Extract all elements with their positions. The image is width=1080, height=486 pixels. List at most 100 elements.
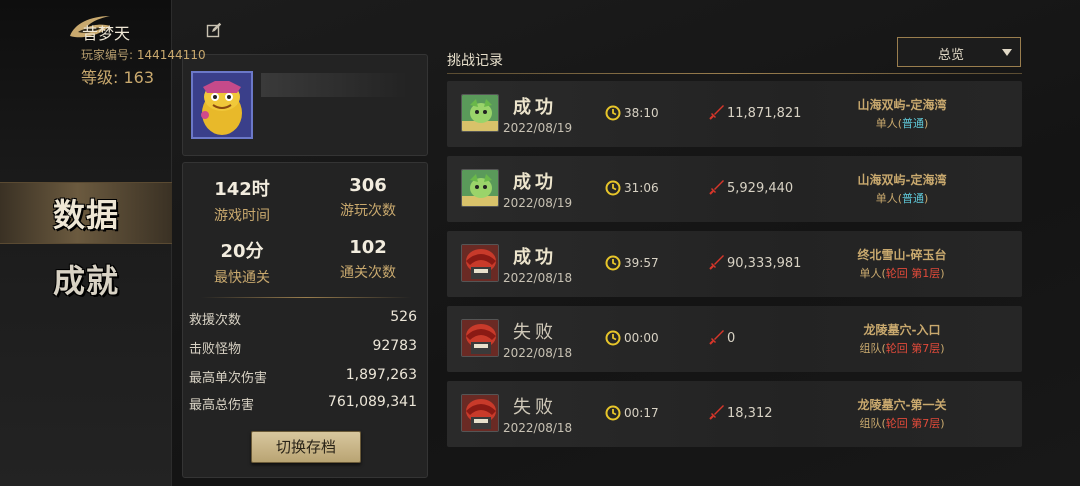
record-difficulty: 轮回 第7层 xyxy=(885,417,941,430)
record-mode-type: 组队 xyxy=(859,417,882,430)
stat-value: 102 xyxy=(349,237,387,258)
record-mode: 单人(轮回 第1层) xyxy=(822,265,982,281)
stats-panel: 142时 游戏时间 306 游玩次数 20分 最快通关 102 通关次数 救援次… xyxy=(182,162,428,478)
stats-divider xyxy=(201,297,411,298)
stat-row-monsters: 击败怪物 92783 xyxy=(189,338,417,358)
player-id-label: 玩家编号: xyxy=(81,48,134,62)
sword-icon xyxy=(709,330,724,345)
record-damage: 5,929,440 xyxy=(727,181,794,196)
record-stage: 终北雪山-碎玉台 xyxy=(857,248,947,262)
record-result: 成功 xyxy=(513,97,557,118)
record-duration: 00:00 xyxy=(624,331,659,345)
sword-icon xyxy=(709,255,724,270)
record-row[interactable]: 成功 2022/08/19 38:10 11,871,821 山海双屿-定海湾单人(普通… xyxy=(447,81,1022,147)
player-id: 玩家编号: 144144110 xyxy=(81,46,206,63)
record-difficulty: 轮回 第7层 xyxy=(885,342,941,355)
clock-icon xyxy=(605,255,621,271)
avatar[interactable] xyxy=(191,71,253,139)
record-result: 成功 xyxy=(513,172,557,193)
nav-tab-data[interactable]: 数据 xyxy=(0,182,172,244)
stat-row-max-single-damage: 最高单次伤害 1,897,263 xyxy=(189,367,417,387)
record-row[interactable]: 失败 2022/08/18 00:17 18,312 龙陵墓穴-第一关 组队(轮回 第7层… xyxy=(447,381,1022,447)
record-duration: 00:17 xyxy=(624,406,659,420)
record-mode-type: 单人 xyxy=(859,267,882,280)
stat-value: 20分 xyxy=(220,241,264,262)
sword-icon xyxy=(709,105,724,120)
record-character-portrait xyxy=(461,244,499,282)
level-value: 163 xyxy=(123,68,155,87)
record-paren-close: ) xyxy=(940,342,945,355)
stat-value: 142时 xyxy=(214,179,270,200)
stat-fastest-clear: 20分 最快通关 xyxy=(187,237,297,287)
stat-row-max-total-damage: 最高总伤害 761,089,341 xyxy=(189,394,417,414)
records-title: 挑战记录 xyxy=(447,53,503,69)
edit-icon[interactable] xyxy=(206,22,222,38)
stat-play-time: 142时 游戏时间 xyxy=(187,175,297,225)
record-date: 2022/08/19 xyxy=(503,196,573,210)
record-stage: 山海双屿-定海湾 xyxy=(857,98,947,112)
record-date: 2022/08/18 xyxy=(503,346,573,360)
record-damage: 11,871,821 xyxy=(727,106,802,121)
stat-row-label: 救援次数 xyxy=(189,313,242,328)
record-mode: 组队(轮回 第7层) xyxy=(822,340,982,356)
record-row[interactable]: 失败 2022/08/18 00:00 0 龙陵墓穴-入口组队(轮回 第7层) xyxy=(447,306,1022,372)
profile-card xyxy=(182,54,428,156)
record-stage: 山海双屿-定海湾 xyxy=(857,173,947,187)
records-divider xyxy=(447,73,1022,74)
stat-clear-count: 102 通关次数 xyxy=(313,237,423,282)
record-mode-type: 单人 xyxy=(875,192,898,205)
record-paren-close: ) xyxy=(940,417,945,430)
record-character-portrait xyxy=(461,394,499,432)
record-character-portrait xyxy=(461,319,499,357)
nav-tab-achievements[interactable]: 成就 xyxy=(0,248,172,310)
record-character-portrait xyxy=(461,169,499,207)
stat-row-label: 击败怪物 xyxy=(189,342,242,357)
record-result: 失败 xyxy=(513,397,557,418)
switch-save-button[interactable]: 切换存档 xyxy=(251,431,361,463)
record-row[interactable]: 成功 2022/08/19 31:06 5,929,440 山海双屿-定海湾单人(普通) xyxy=(447,156,1022,222)
record-difficulty: 普通 xyxy=(902,117,924,130)
stat-row-value: 526 xyxy=(390,309,417,325)
player-nickname: 昔梦天 xyxy=(82,24,131,43)
record-duration: 39:57 xyxy=(624,256,659,270)
stat-row-value: 761,089,341 xyxy=(327,394,417,410)
avatar-image xyxy=(193,73,251,137)
records-filter-select[interactable]: 总览 xyxy=(897,37,1021,67)
nickname-bar xyxy=(261,73,407,97)
record-duration: 38:10 xyxy=(624,106,659,120)
record-paren-close: ) xyxy=(924,117,929,130)
stat-label: 最快通关 xyxy=(214,270,270,286)
record-difficulty: 轮回 第1层 xyxy=(885,267,941,280)
clock-icon xyxy=(605,105,621,121)
record-result: 成功 xyxy=(513,247,557,268)
player-id-value: 144144110 xyxy=(136,48,206,62)
record-paren-close: ) xyxy=(924,192,929,205)
record-date: 2022/08/18 xyxy=(503,421,573,435)
record-mode: 单人(普通) xyxy=(822,190,982,206)
record-mode-type: 组队 xyxy=(859,342,882,355)
record-damage: 0 xyxy=(727,331,736,346)
stat-row-value: 1,897,263 xyxy=(345,367,417,383)
record-row[interactable]: 成功 2022/08/18 39:57 90,333,981 终北雪山-碎玉台单人(轮回… xyxy=(447,231,1022,297)
chevron-down-icon xyxy=(1002,49,1012,56)
record-difficulty: 普通 xyxy=(902,192,924,205)
record-result: 失败 xyxy=(513,322,557,343)
stat-label: 游玩次数 xyxy=(340,203,396,219)
record-damage: 90,333,981 xyxy=(727,256,802,271)
clock-icon xyxy=(605,405,621,421)
record-duration: 31:06 xyxy=(624,181,659,195)
sword-icon xyxy=(709,405,724,420)
level-label: 等级: xyxy=(81,68,119,87)
record-mode: 单人(普通) xyxy=(822,115,982,131)
record-character-portrait xyxy=(461,94,499,132)
record-date: 2022/08/19 xyxy=(503,121,573,135)
record-stage: 龙陵墓穴-入口 xyxy=(863,323,941,337)
sword-icon xyxy=(709,180,724,195)
stat-row-value: 92783 xyxy=(372,338,417,354)
record-paren-close: ) xyxy=(940,267,945,280)
stat-row-label: 最高单次伤害 xyxy=(189,371,268,386)
record-mode: 组队(轮回 第7层) xyxy=(822,415,982,431)
record-date: 2022/08/18 xyxy=(503,271,573,285)
record-stage: 龙陵墓穴-第一关 xyxy=(857,398,947,412)
clock-icon xyxy=(605,180,621,196)
